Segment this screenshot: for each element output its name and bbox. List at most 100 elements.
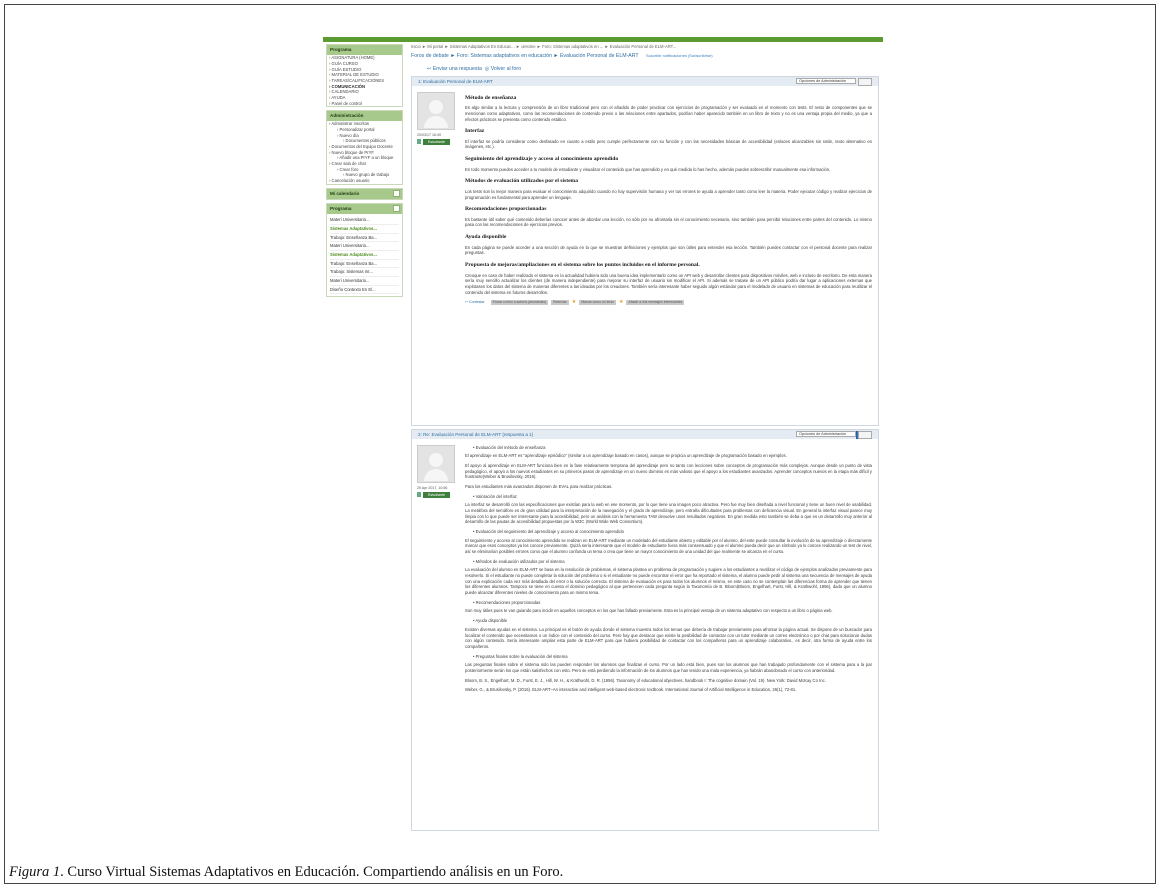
section-text: El apoyo al aprendizaje en ELM-ART funci… <box>465 463 872 480</box>
recent-item[interactable]: Materi Universitario... <box>330 216 399 225</box>
section-text: Creoque en caso de haber realizado el si… <box>465 272 872 295</box>
section-text: Existen diversas ayudas en el sistema. L… <box>465 626 872 649</box>
recent-item[interactable]: Sistemas Adaptativos... <box>330 251 399 260</box>
program-block: Programa › ASIGNATURA (HOME) › GUÍA CURSO… <box>326 44 403 108</box>
admin-nav: › Administrar inscritos › Personalizar po… <box>327 121 402 183</box>
back-to-forum-link[interactable]: Volver al foro <box>491 66 521 72</box>
admin-block: Administración › Administrar inscritos › … <box>326 110 403 185</box>
rss-subscribe-link[interactable]: Suscribir notificaciones (Subscribirse) <box>646 53 713 58</box>
section-heading: Métodos de evaluación utilizados por el … <box>465 178 579 185</box>
post-author: 20/03/17 16:49 Estudiante <box>412 86 460 425</box>
star-icon: ★ <box>571 299 577 306</box>
post-nav-button[interactable] <box>858 430 872 439</box>
avatar <box>417 444 455 483</box>
recent-item[interactable]: Materi Universitario... <box>330 242 399 251</box>
calendar-block-title[interactable]: Mi calendario <box>327 188 402 199</box>
section-heading: Propuesta de mejoras/ampliaciones en el … <box>465 262 700 269</box>
breadcrumb[interactable]: Inicio ► Mi portal ► Sistemas Adaptativo… <box>411 44 879 50</box>
recent-item[interactable]: Diseño Contexto En El... <box>330 286 399 295</box>
author-role: Estudiante <box>417 138 460 146</box>
caption-text: . Curso Virtual Sistemas Adaptativos en … <box>60 864 564 880</box>
admin-nav-item[interactable]: › Cancelación usuario <box>329 178 402 184</box>
post-title[interactable]: 1: Evaluación Personal de ELM-ART <box>418 79 493 85</box>
bullet-heading: • Evaluación del seguimiento del aprendi… <box>473 529 624 535</box>
back-icon: ◎ <box>484 65 490 72</box>
forum-post: 2: Re: Evaluación Personal de ELM-ART (r… <box>411 428 879 831</box>
figure-caption: Figura 1. Curso Virtual Sistemas Adaptat… <box>9 864 563 881</box>
author-role: Estudiante <box>417 491 460 499</box>
role-badge: Estudiante <box>423 138 450 146</box>
star-icon: ★ <box>618 299 624 306</box>
recent-item[interactable]: Trabajo: Sistemas Int... <box>330 268 399 277</box>
section-text: El seguimiento y acceso al conocimiento … <box>465 537 872 555</box>
post-header: 2: Re: Evaluación Personal de ELM-ART (r… <box>412 429 878 439</box>
post-action-button[interactable]: Añadir a mis mensajes interesantes <box>626 300 685 306</box>
post-body: Método de enseñanza Es algo similar a la … <box>465 86 878 310</box>
section-text: Es bastante útil saber qué contenido deb… <box>465 216 872 228</box>
section-heading: Método de enseñanza <box>465 94 517 101</box>
program-block-title[interactable]: Programa <box>327 45 402 56</box>
section-text: En todo momento puedes acceder a tu mode… <box>465 166 831 172</box>
post-header: 1: Evaluación Personal de ELM-ART Opcion… <box>412 76 878 86</box>
reply-icon: ↩ <box>427 65 432 72</box>
bullet-heading: • Valoración del interfaz <box>473 493 517 499</box>
forum-title-text[interactable]: Foros de debate ► Foro: Sistemas adaptat… <box>411 53 639 59</box>
recent-item[interactable]: Trabajo: Enseñanza Ba... <box>330 234 399 243</box>
post-action-button[interactable]: Reenviar <box>551 300 569 306</box>
post-footer: ↩ Contestar Enviar correo a autor/a (anon… <box>465 299 872 306</box>
section-text: Weber, G., & Brusilovsky, P. (2016). ELM… <box>465 687 797 693</box>
forum-post: 1: Evaluación Personal de ELM-ART Opcion… <box>411 75 879 426</box>
section-text: Para los estudiantes más avanzados dispo… <box>465 484 613 490</box>
send-reply-link[interactable]: Enviar una respuesta <box>433 66 482 72</box>
post-action-button[interactable]: Marcar como no leído <box>579 300 616 306</box>
bullet-heading: • Preguntas finales sobre la evaluación … <box>473 653 568 659</box>
post-author: 29 Apr 2017, 10:56 Estudiante <box>412 439 460 830</box>
section-text: La evaluación del alumno en ELM-ART se b… <box>465 567 872 596</box>
user-icon <box>417 492 421 498</box>
recent-list: Materi Universitario... Sistemas Adaptati… <box>327 214 402 296</box>
admin-options-select[interactable]: Opciones de Administración <box>796 430 856 437</box>
section-text: El interfaz se podría considerar como de… <box>465 138 872 150</box>
post-date: 20/03/17 16:49 <box>417 132 441 137</box>
section-text: El aprendizaje en ELM-ART es "aprendizaj… <box>465 453 787 459</box>
section-text: Es algo similar a la lectura y comprensi… <box>465 105 872 122</box>
section-text: La interfaz se desarrolló con las especi… <box>465 502 872 525</box>
user-icon <box>417 139 421 145</box>
bullet-heading: • Recomendaciones proporcionadas <box>473 599 541 605</box>
bullet-heading: • Métodos de evaluación utilizados por e… <box>473 558 565 564</box>
thread-actions: ↩ Enviar una respuesta ◎ Volver al foro <box>427 66 879 73</box>
post-title[interactable]: 2: Re: Evaluación Personal de ELM-ART (r… <box>418 432 533 438</box>
main-content: Inicio ► Mi portal ► Sistemas Adaptativo… <box>411 42 879 844</box>
post-nav-button[interactable] <box>858 77 872 86</box>
recent-block: Programa Materi Universitario... Sistemas… <box>326 203 403 298</box>
post-body: • Evaluación del método de enseñanza El a… <box>465 439 878 701</box>
sidebar-nav-item[interactable]: › Panel de control <box>329 101 402 107</box>
admin-options-select[interactable]: Opciones de Administración <box>796 77 856 84</box>
post-date: 29 Apr 2017, 10:56 <box>417 485 448 490</box>
section-heading: Ayuda disponible <box>465 234 507 241</box>
admin-block-title[interactable]: Administración <box>327 111 402 122</box>
reply-link[interactable]: ↩ Contestar <box>465 300 485 305</box>
section-heading: Recomendaciones proporcionadas <box>465 206 547 213</box>
forum-title: Foros de debate ► Foro: Sistemas adaptat… <box>411 53 879 60</box>
section-text: Los tests son la mejor manera para evalu… <box>465 188 872 200</box>
recent-item[interactable]: Materi Universitario... <box>330 277 399 286</box>
expand-icon[interactable] <box>393 189 400 197</box>
recent-block-title[interactable]: Programa <box>327 204 402 215</box>
section-text: Las preguntas finales sobre el sistema s… <box>465 662 872 673</box>
section-heading: Seguimiento del aprendizaje y acceso al … <box>465 156 619 163</box>
role-badge: Estudiante <box>423 491 450 499</box>
caption-label: Figura 1 <box>9 864 61 880</box>
section-text: En cada página se puede acceder a una se… <box>465 244 872 256</box>
post-action-button[interactable]: Enviar correo a autor/a (anonimato) <box>490 300 549 306</box>
left-sidebar: Programa › ASIGNATURA (HOME) › GUÍA CURSO… <box>323 42 406 844</box>
admin-nav-item[interactable]: › Documentos del Equipo Docente <box>329 144 402 150</box>
avatar <box>417 91 455 130</box>
section-heading: Interfaz <box>465 128 485 135</box>
expand-icon[interactable] <box>393 205 400 212</box>
recent-item[interactable]: Trabajo: Enseñanza Ba... <box>330 260 399 269</box>
bullet-heading: • Ayuda disponible <box>473 618 508 624</box>
section-text: Son muy útiles pues te van guiando para … <box>465 608 833 614</box>
recent-item[interactable]: Sistemas Adaptativos... <box>330 225 399 234</box>
section-text: Bloom, B. S., Engelhart, M. D., Furst, E… <box>465 677 826 683</box>
